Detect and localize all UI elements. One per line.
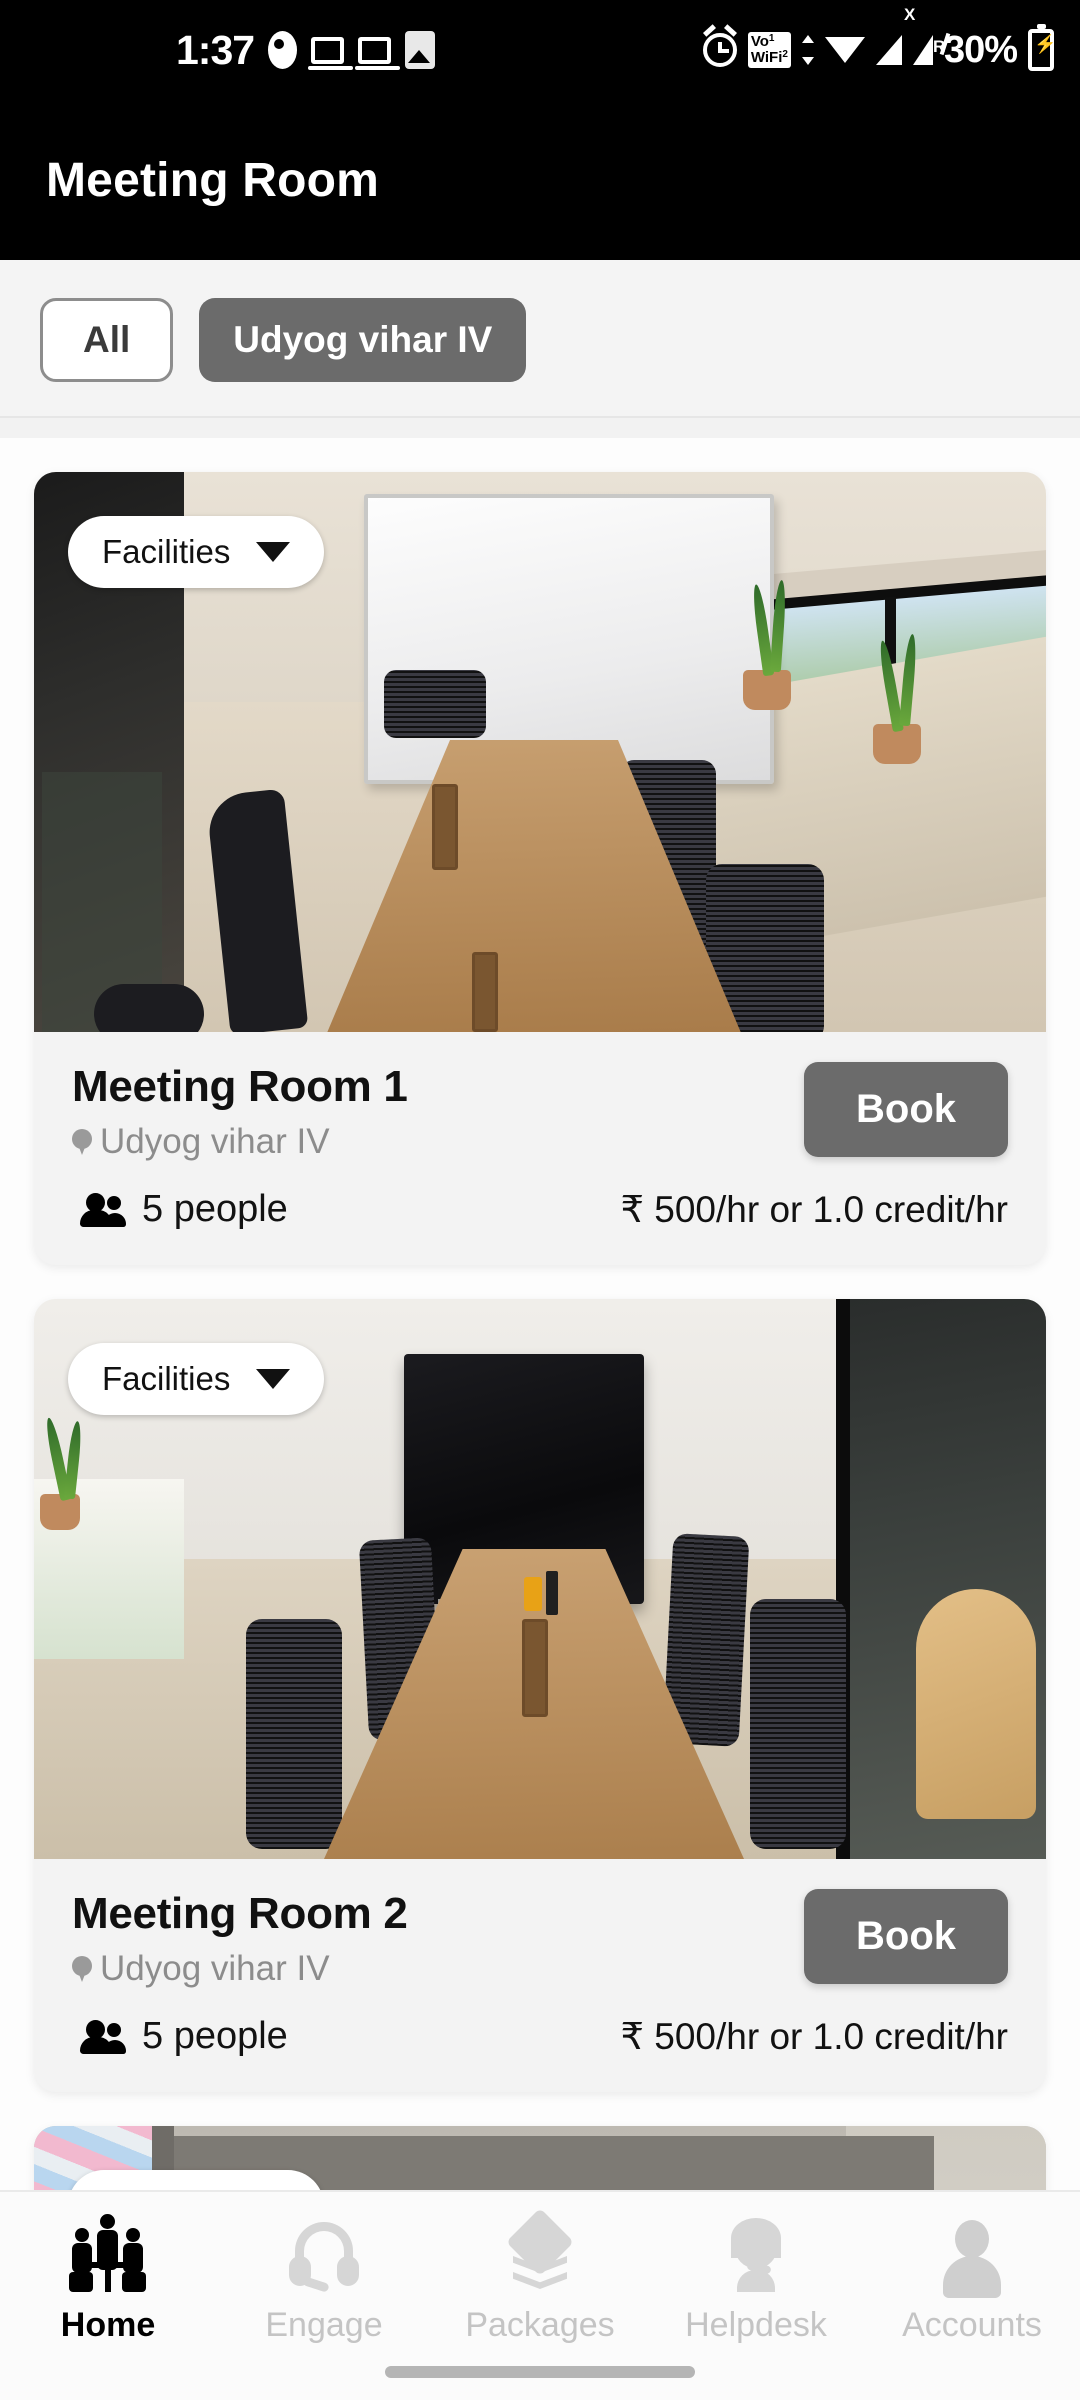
filter-chip-all[interactable]: All xyxy=(40,298,174,382)
nfc-icon xyxy=(268,31,298,69)
status-bar: 1:37 Vo 1 WiFi 2 X R 30% xyxy=(0,0,1080,100)
signal-r-label: R xyxy=(932,37,946,56)
facilities-dropdown[interactable]: Facilities xyxy=(68,1343,325,1415)
nav-item-packages[interactable]: Packages xyxy=(432,2208,648,2345)
picture-icon xyxy=(405,31,436,69)
facilities-dropdown[interactable]: Facilities xyxy=(68,516,325,588)
nav-label-home: Home xyxy=(60,2306,156,2344)
room-info: Meeting Room 2 Udyog vihar IV xyxy=(72,1889,408,1989)
room-card-body: Meeting Room 2 Udyog vihar IV Book 5 peo… xyxy=(34,1859,1046,2092)
data-transfer-icon xyxy=(801,35,814,65)
room-location: Udyog vihar IV xyxy=(72,1949,408,1989)
room-name: Meeting Room 2 xyxy=(72,1889,408,1938)
nav-item-accounts[interactable]: Accounts xyxy=(864,2212,1080,2345)
layers-icon xyxy=(497,2208,583,2298)
alarm-icon xyxy=(702,24,737,67)
room-list[interactable]: Facilities Meeting Room 1 Udyog vihar IV… xyxy=(0,438,1080,2190)
gesture-home-indicator[interactable] xyxy=(385,2366,695,2378)
room-card-body: Meeting Room 1 Udyog vihar IV Book 5 peo… xyxy=(34,1032,1046,1265)
room-card[interactable]: Facilities xyxy=(34,2126,1046,2190)
room-name: Meeting Room 1 xyxy=(72,1062,408,1111)
facilities-dropdown[interactable]: Facilities xyxy=(68,2170,325,2190)
room-photo-3: Facilities xyxy=(34,2126,1046,2190)
people-icon xyxy=(72,2019,126,2054)
room-photo-2: Facilities xyxy=(34,1299,1046,1859)
facilities-label: Facilities xyxy=(102,2187,230,2190)
sim-2-label: 2 xyxy=(782,49,788,60)
room-info: Meeting Room 1 Udyog vihar IV xyxy=(72,1062,408,1162)
book-button[interactable]: Book xyxy=(804,1889,1008,1984)
status-bar-left: 1:37 xyxy=(176,26,436,74)
room-location-label: Udyog vihar IV xyxy=(100,1122,330,1161)
wifi-icon xyxy=(824,37,865,63)
room-card[interactable]: Facilities Meeting Room 1 Udyog vihar IV… xyxy=(34,472,1046,1265)
bottom-navigation: Home Engage Packages Helpdesk Accounts xyxy=(0,2190,1080,2400)
room-capacity-label: 5 people xyxy=(142,1188,288,1230)
nav-label-packages: Packages xyxy=(465,2306,615,2344)
location-pin-icon xyxy=(72,1955,92,1983)
sim-1-label: 1 xyxy=(768,33,775,44)
signal-2-icon: R xyxy=(912,32,951,65)
volte-wifi-icon: Vo 1 WiFi 2 xyxy=(747,32,791,68)
app-bar: Meeting Room xyxy=(0,100,1080,260)
headset-icon xyxy=(281,2212,367,2298)
room-capacity: 5 people xyxy=(72,2015,288,2058)
person-icon xyxy=(929,2212,1015,2298)
status-bar-right: Vo 1 WiFi 2 X R 30% xyxy=(702,5,1056,72)
room-price: ₹ 500/hr or 1.0 credit/hr xyxy=(620,2016,1008,2057)
nav-label-engage: Engage xyxy=(265,2306,383,2344)
volte-label: Vo xyxy=(750,33,769,50)
room-capacity: 5 people xyxy=(72,1188,288,1231)
nav-item-home[interactable]: Home xyxy=(0,2212,216,2345)
book-button[interactable]: Book xyxy=(804,1062,1008,1157)
chevron-down-icon xyxy=(256,1369,291,1389)
filter-chip-udyog-vihar-iv[interactable]: Udyog vihar IV xyxy=(199,298,527,382)
signal-x-label: X xyxy=(903,5,916,24)
room-card[interactable]: Facilities Meeting Room 2 Udyog vihar IV… xyxy=(34,1299,1046,2092)
people-icon xyxy=(72,1192,126,1227)
facilities-label: Facilities xyxy=(102,1360,231,1397)
nav-item-helpdesk[interactable]: Helpdesk xyxy=(648,2212,864,2345)
room-location: Udyog vihar IV xyxy=(72,1122,408,1162)
battery-percent-label: 30% xyxy=(943,28,1018,71)
nav-item-engage[interactable]: Engage xyxy=(216,2212,432,2345)
laptop-icon xyxy=(308,36,354,70)
room-location-label: Udyog vihar IV xyxy=(100,1949,330,1988)
chevron-down-icon xyxy=(256,542,291,562)
page-title: Meeting Room xyxy=(46,153,380,207)
support-agent-icon xyxy=(713,2212,799,2298)
nav-label-accounts: Accounts xyxy=(902,2306,1042,2344)
location-pin-icon xyxy=(72,1128,92,1156)
room-price: ₹ 500/hr or 1.0 credit/hr xyxy=(620,1189,1008,1230)
room-capacity-label: 5 people xyxy=(142,2015,288,2057)
room-photo-1: Facilities xyxy=(34,472,1046,1032)
status-clock: 1:37 xyxy=(176,26,255,73)
laptop-icon xyxy=(355,36,401,70)
wifi-calling-label: WiFi xyxy=(750,49,783,66)
battery-charging-icon xyxy=(1028,24,1056,71)
facilities-label: Facilities xyxy=(102,533,231,570)
location-filter-bar: All Udyog vihar IV xyxy=(0,260,1080,418)
nav-label-helpdesk: Helpdesk xyxy=(685,2306,827,2344)
signal-1-icon: X xyxy=(875,5,915,65)
home-people-icon xyxy=(65,2212,151,2298)
